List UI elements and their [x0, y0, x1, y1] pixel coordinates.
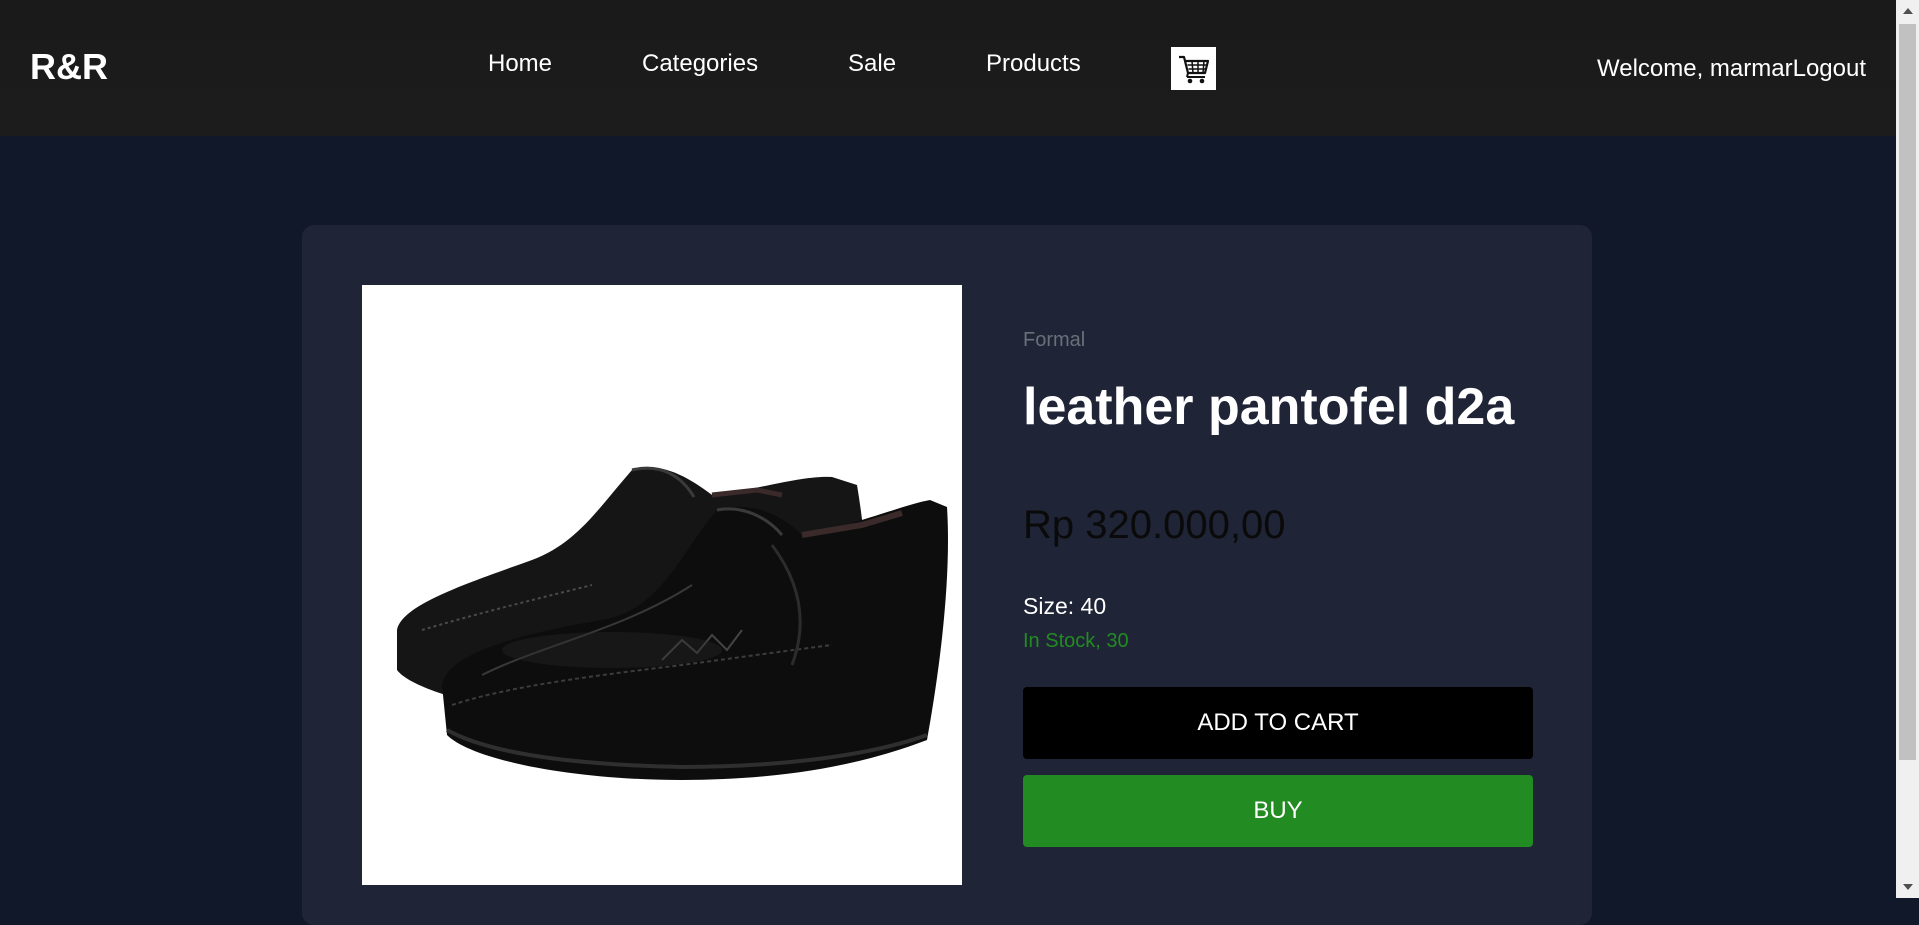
logout-link[interactable]: Logout — [1793, 55, 1866, 82]
scroll-up-arrow-icon[interactable] — [1896, 0, 1919, 22]
product-size: Size: 40 — [1023, 593, 1107, 619]
welcome-area: Welcome, marmarLogout — [1597, 55, 1866, 83]
add-to-cart-button[interactable]: ADD TO CART — [1023, 687, 1533, 759]
product-category: Formal — [1023, 329, 1086, 351]
stock-status: In Stock, 30 — [1023, 630, 1129, 652]
scroll-down-arrow-icon[interactable] — [1896, 876, 1919, 898]
welcome-text: Welcome, marmar — [1597, 55, 1793, 82]
page: R&R Home Categories Sale Products Welcom… — [0, 0, 1896, 925]
site-logo[interactable]: R&R — [30, 46, 108, 88]
vertical-scrollbar[interactable] — [1896, 0, 1919, 898]
product-image — [362, 285, 962, 885]
shopping-cart-icon — [1178, 55, 1209, 83]
product-price: Rp 320.000,00 — [1023, 503, 1286, 547]
cart-button[interactable] — [1171, 47, 1216, 90]
nav-categories[interactable]: Categories — [642, 50, 758, 78]
buy-button[interactable]: BUY — [1023, 775, 1533, 847]
top-navbar: R&R Home Categories Sale Products Welcom… — [0, 0, 1896, 136]
nav-products[interactable]: Products — [986, 50, 1081, 78]
scrollbar-thumb[interactable] — [1899, 24, 1916, 760]
nav-sale[interactable]: Sale — [848, 50, 896, 78]
product-title: leather pantofel d2a — [1023, 378, 1515, 436]
black-leather-loafer-shoe — [397, 466, 948, 780]
nav-home[interactable]: Home — [488, 50, 552, 78]
product-card: Formal leather pantofel d2a Rp 320.000,0… — [302, 225, 1592, 925]
